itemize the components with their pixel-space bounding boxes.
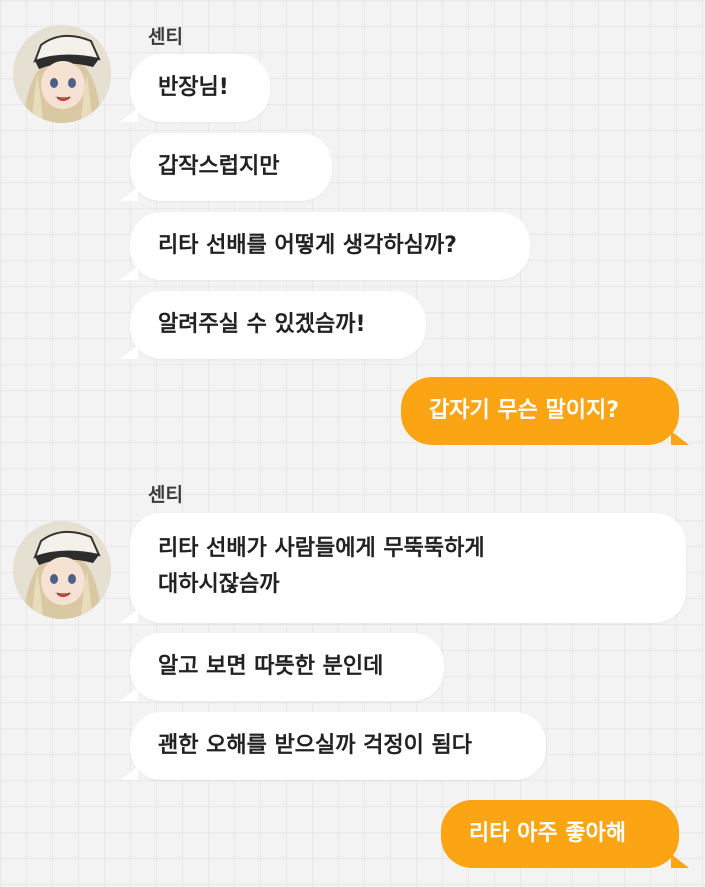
message-text: 괜한 오해를 받으실까 걱정이 됨다 [158,733,472,758]
incoming-message[interactable]: 괜한 오해를 받으실까 걱정이 됨다 [120,712,546,780]
incoming-message[interactable]: 알려주실 수 있겠슴까! [120,291,426,359]
incoming-message[interactable]: 갑작스럽지만 [120,133,332,201]
sender-name: 센티 [148,26,183,48]
bubble-tail [671,431,689,445]
outgoing-message[interactable]: 갑자기 무슨 말이지? [401,377,689,445]
message-text: 갑자기 무슨 말이지? [429,398,620,423]
incoming-message[interactable]: 리타 선배를 어떻게 생각하심까? [120,212,530,280]
bubble-tail [671,854,689,868]
avatar[interactable] [13,25,111,123]
incoming-message[interactable]: 반장님! [120,54,270,122]
character-portrait-icon [13,25,111,123]
avatar[interactable] [13,521,111,619]
message-text: 리타 선배를 어떻게 생각하심까? [158,233,457,258]
message-text: 알고 보면 따뜻한 분인데 [158,654,384,679]
bubble-tail [120,687,138,701]
bubble-tail [120,187,138,201]
outgoing-message[interactable]: 리타 아주 좋아해 [441,800,689,868]
sender-name: 센티 [148,484,183,506]
character-portrait-icon [13,521,111,619]
message-text-line: 대하시잖슴까 [158,572,280,597]
message-text: 갑작스럽지만 [158,154,280,179]
message-text: 알려주실 수 있겠슴까! [158,312,366,337]
bubble-tail [120,766,138,780]
bubble-tail [120,609,138,623]
incoming-message[interactable]: 리타 선배가 사람들에게 무뚝뚝하게 대하시잖슴까 [120,513,686,623]
bubble-tail [120,266,138,280]
message-text: 리타 아주 좋아해 [469,821,626,846]
incoming-message[interactable]: 알고 보면 따뜻한 분인데 [120,633,444,701]
bubble-tail [120,108,138,122]
message-text: 반장님! [158,75,229,100]
message-text-line: 리타 선배가 사람들에게 무뚝뚝하게 [158,536,485,561]
bubble-tail [120,345,138,359]
